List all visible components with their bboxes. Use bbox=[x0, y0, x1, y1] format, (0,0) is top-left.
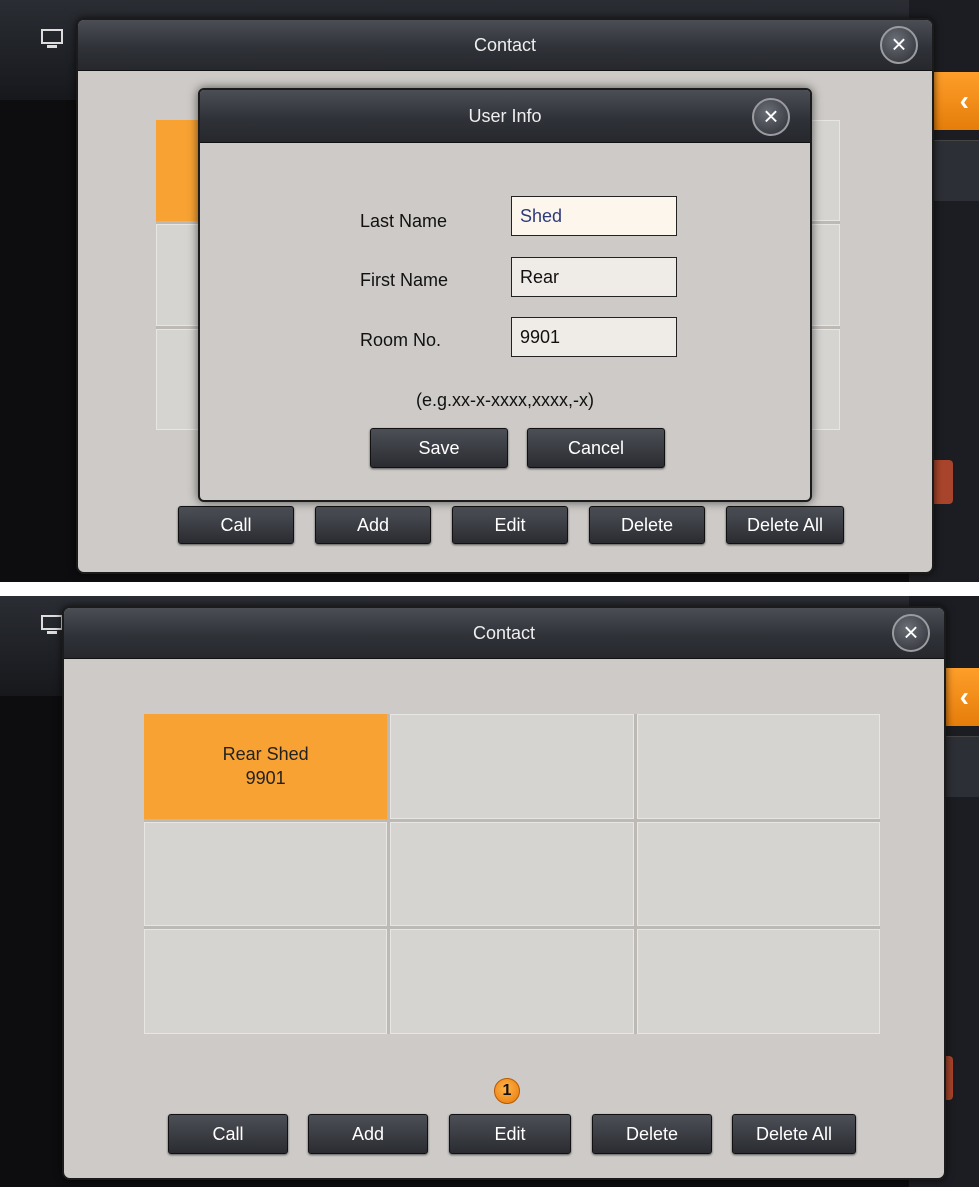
call-button[interactable]: Call bbox=[178, 506, 294, 544]
contact-cell[interactable] bbox=[636, 714, 880, 819]
close-icon[interactable]: × bbox=[752, 98, 790, 136]
contact-cell[interactable] bbox=[390, 821, 634, 927]
screenshot-contact-edit-dialog: ‹ 3) Contact × Call Add Edit Delete Dele… bbox=[0, 0, 979, 582]
first-name-field[interactable] bbox=[511, 257, 677, 297]
contact-titlebar: Contact bbox=[64, 608, 944, 659]
delete-button[interactable]: Delete bbox=[589, 506, 705, 544]
cancel-button[interactable]: Cancel bbox=[527, 428, 665, 468]
delete-all-button[interactable]: Delete All bbox=[732, 1114, 856, 1154]
contact-cell[interactable] bbox=[390, 714, 634, 819]
edit-button[interactable]: Edit bbox=[449, 1114, 571, 1154]
user-info-dialog: User Info × Last Name First Name Room No… bbox=[198, 88, 812, 502]
contact-room: 9901 bbox=[245, 768, 286, 789]
close-icon[interactable]: × bbox=[880, 26, 918, 64]
room-format-hint: (e.g.xx-x-xxxx,xxxx,-x) bbox=[416, 390, 594, 410]
contact-titlebar: Contact bbox=[78, 20, 932, 71]
contact-cell[interactable]: Rear Shed 9901 bbox=[144, 714, 388, 819]
last-name-label: Last Name bbox=[360, 211, 448, 231]
edit-button[interactable]: Edit bbox=[452, 506, 568, 544]
contact-cell[interactable] bbox=[390, 929, 634, 1034]
desktop-icon[interactable] bbox=[40, 28, 64, 50]
contact-name: Rear Shed bbox=[222, 744, 309, 765]
contact-cell[interactable] bbox=[144, 929, 388, 1034]
delete-button[interactable]: Delete bbox=[592, 1114, 712, 1154]
window-title: Contact bbox=[472, 622, 536, 643]
call-button[interactable]: Call bbox=[168, 1114, 288, 1154]
first-name-label: First Name bbox=[360, 270, 449, 290]
save-button[interactable]: Save bbox=[370, 428, 508, 468]
dialog-title: User Info bbox=[468, 105, 542, 126]
dialog-titlebar: User Info bbox=[200, 90, 810, 143]
screenshot-contact-list: ‹ 3) Contact × Rear Shed 9901 1 Call Add… bbox=[0, 596, 979, 1187]
contact-grid: Rear Shed 9901 bbox=[144, 714, 880, 1034]
add-button[interactable]: Add bbox=[315, 506, 431, 544]
window-title: Contact bbox=[473, 34, 537, 55]
delete-all-button[interactable]: Delete All bbox=[726, 506, 844, 544]
add-button[interactable]: Add bbox=[308, 1114, 428, 1154]
close-icon[interactable]: × bbox=[892, 614, 930, 652]
last-name-field[interactable] bbox=[511, 196, 677, 236]
room-number-field[interactable] bbox=[511, 317, 677, 357]
contact-window: Contact × Rear Shed 9901 1 Call Add Edit… bbox=[62, 606, 946, 1180]
desktop-icon[interactable] bbox=[40, 614, 64, 636]
contact-cell[interactable] bbox=[636, 821, 880, 927]
contact-cell[interactable] bbox=[636, 929, 880, 1034]
contact-cell[interactable] bbox=[144, 821, 388, 927]
step-badge: 1 bbox=[494, 1078, 520, 1104]
room-number-label: Room No. bbox=[360, 330, 442, 350]
